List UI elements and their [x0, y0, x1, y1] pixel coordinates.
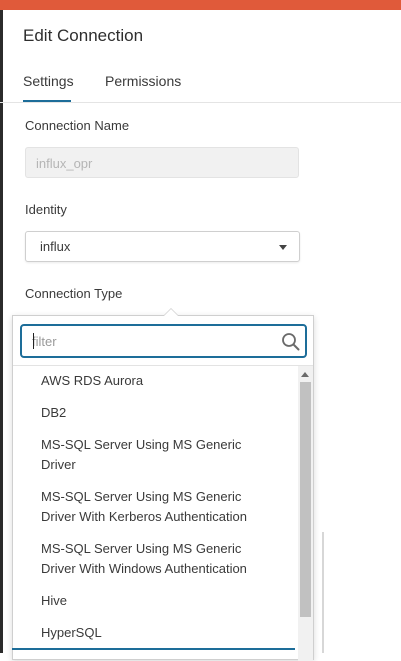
tab-settings[interactable]: Settings — [23, 73, 74, 89]
connection-name-label: Connection Name — [25, 118, 130, 133]
tab-settings-active-indicator — [23, 100, 71, 102]
text-cursor — [33, 333, 34, 349]
option-aws-rds-aurora[interactable]: AWS RDS Aurora — [13, 366, 297, 398]
scroll-up-arrow-icon[interactable] — [301, 372, 309, 377]
scrollbar-thumb[interactable] — [300, 382, 311, 617]
option-label: AWS RDS Aurora — [41, 373, 144, 388]
option-label: DB2 — [41, 405, 67, 420]
filter-input[interactable] — [32, 332, 272, 350]
option-hive[interactable]: Hive — [13, 586, 297, 618]
option-label-line2: Driver With Kerberos Authentication — [41, 509, 247, 524]
identity-label: Identity — [25, 202, 67, 217]
option-mssql-generic-driver-kerberos[interactable]: MS-SQL Server Using MS Generic Driver Wi… — [13, 482, 297, 534]
option-label-line1: MS-SQL Server Using MS Generic — [41, 541, 242, 556]
connection-type-options: AWS RDS Aurora DB2 MS-SQL Server Using M… — [13, 366, 297, 650]
connection-type-label: Connection Type — [25, 286, 123, 301]
identity-select[interactable]: influx — [25, 231, 300, 262]
option-hypersql[interactable]: HyperSQL — [13, 618, 297, 650]
connection-name-field: influx_opr — [25, 147, 299, 178]
option-label-line1: MS-SQL Server Using MS Generic — [41, 489, 242, 504]
tab-bar: Settings Permissions — [0, 68, 401, 103]
search-icon[interactable] — [281, 332, 300, 351]
option-label-line2: Driver — [41, 457, 76, 472]
background-panel-edge — [322, 532, 324, 653]
connection-type-dropdown: AWS RDS Aurora DB2 MS-SQL Server Using M… — [12, 308, 314, 661]
option-label: Hive — [41, 593, 68, 608]
chevron-down-icon — [279, 245, 287, 250]
option-mssql-generic-driver[interactable]: MS-SQL Server Using MS Generic Driver — [13, 430, 297, 482]
dropdown-pointer-fill — [164, 309, 178, 316]
option-label-line1: MS-SQL Server Using MS Generic — [41, 437, 242, 452]
filter-box — [20, 324, 307, 358]
top-accent-bar — [0, 0, 401, 10]
identity-select-value: influx — [40, 239, 71, 254]
tab-permissions[interactable]: Permissions — [105, 73, 181, 89]
dialog-title: Edit Connection — [23, 26, 144, 45]
option-db2[interactable]: DB2 — [13, 398, 297, 430]
option-label-line2: Driver With Windows Authentication — [41, 561, 247, 576]
option-mssql-generic-driver-windows[interactable]: MS-SQL Server Using MS Generic Driver Wi… — [13, 534, 297, 586]
next-focused-field-edge — [12, 648, 295, 655]
option-label: HyperSQL — [41, 625, 102, 640]
dropdown-scrollbar[interactable] — [298, 366, 313, 661]
